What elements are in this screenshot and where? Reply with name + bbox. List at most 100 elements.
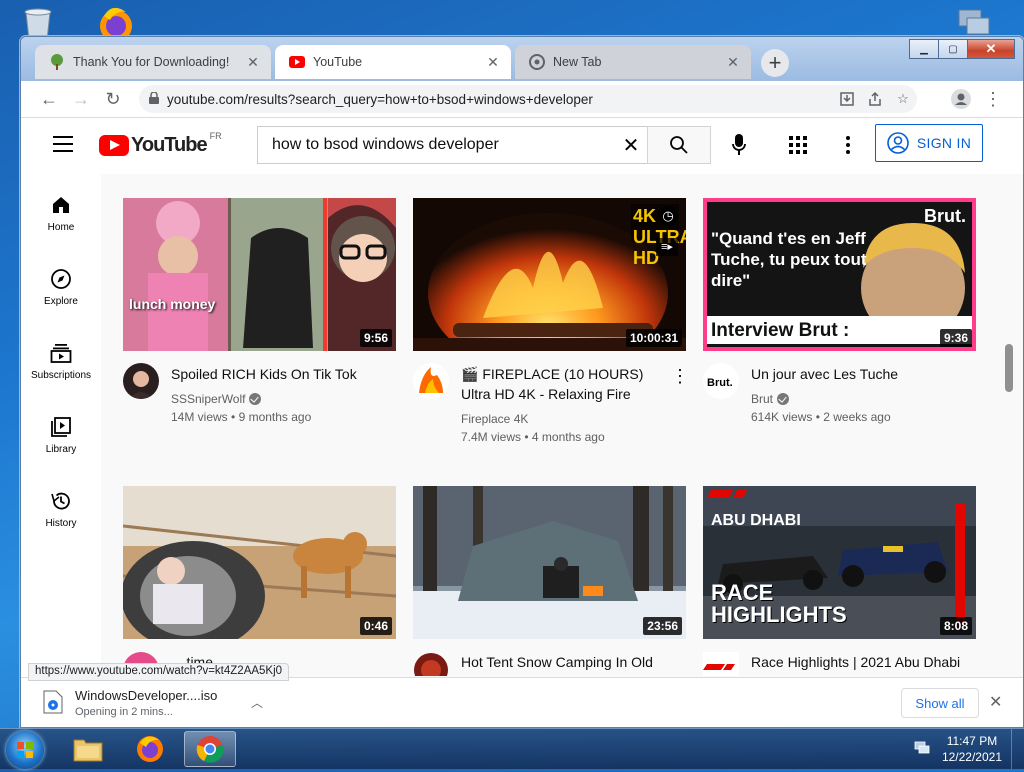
video-thumbnail[interactable]: lunch money 9:56 bbox=[123, 198, 396, 351]
guide-item-explore[interactable]: Explore bbox=[21, 268, 101, 307]
show-all-button[interactable]: Show all bbox=[901, 688, 979, 718]
install-download-icon[interactable] bbox=[833, 91, 861, 107]
video-title[interactable]: Hot Tent Snow Camping In Old Growth Fore… bbox=[461, 652, 671, 676]
address-bar[interactable]: youtube.com/results?search_query=how+to+… bbox=[139, 85, 917, 113]
video-title[interactable]: 🎬 FIREPLACE (10 HOURS) Ultra HD 4K - Rel… bbox=[461, 364, 671, 404]
channel-avatar[interactable]: Brut. bbox=[703, 363, 739, 399]
minimize-button[interactable]: ▁ bbox=[909, 39, 939, 59]
clear-search-icon[interactable]: ✕ bbox=[613, 133, 649, 158]
tab-title: New Tab bbox=[553, 55, 602, 69]
add-to-queue-icon[interactable]: ≡▸ bbox=[656, 238, 678, 256]
youtube-masthead: YouTube FR ✕ SIGN IN bbox=[21, 118, 1023, 174]
guide-item-subscriptions[interactable]: Subscriptions bbox=[21, 342, 101, 381]
tab-new-tab[interactable]: New Tab ✕ bbox=[515, 45, 751, 79]
voice-search-mic-icon[interactable] bbox=[727, 132, 751, 158]
tab-close-icon[interactable]: ✕ bbox=[243, 54, 263, 71]
chrome-menu-kebab-icon[interactable]: ⋮ bbox=[981, 87, 1005, 111]
thumbnail-caption: lunch money bbox=[129, 296, 216, 312]
iso-file-icon bbox=[43, 690, 63, 714]
video-action-kebab-icon[interactable]: ⋮ bbox=[671, 366, 689, 387]
channel-name-text: SSSniperWolf bbox=[171, 392, 246, 406]
apps-grid-icon[interactable] bbox=[787, 134, 809, 156]
network-tray-icon[interactable] bbox=[914, 741, 930, 755]
download-shelf: WindowsDeveloper....iso Opening in 2 min… bbox=[21, 677, 1023, 727]
channel-avatar[interactable] bbox=[413, 363, 449, 399]
channel-avatar[interactable] bbox=[703, 652, 739, 676]
youtube-favicon-icon bbox=[289, 54, 305, 70]
forward-arrow-icon[interactable]: → bbox=[69, 87, 93, 111]
sign-in-button[interactable]: SIGN IN bbox=[875, 124, 983, 162]
tab-thank-you[interactable]: Thank You for Downloading! ✕ bbox=[35, 45, 271, 79]
guide-item-history[interactable]: History bbox=[21, 490, 101, 529]
thumbnail-caption: RACE HIGHLIGHTS bbox=[711, 580, 847, 627]
verified-badge-icon bbox=[777, 393, 790, 405]
duration-badge: 9:36 bbox=[939, 329, 972, 347]
taskbar-chrome-icon[interactable] bbox=[184, 731, 236, 767]
channel-name[interactable]: Brut bbox=[751, 390, 790, 408]
svg-text:Brut.: Brut. bbox=[707, 377, 733, 389]
chevron-up-icon[interactable]: ︿ bbox=[251, 694, 263, 711]
back-arrow-icon[interactable]: ← bbox=[37, 87, 61, 111]
video-title[interactable]: Un jour avec Les Tuche bbox=[751, 364, 961, 384]
library-icon bbox=[51, 417, 71, 437]
video-title[interactable]: Spoiled RICH Kids On Tik Tok bbox=[171, 364, 381, 384]
guide-item-library[interactable]: Library bbox=[21, 416, 101, 455]
window-frame: ▁ ▢ ✕ Thank You for Downloading! ✕ YouTu… bbox=[21, 37, 1023, 81]
view-count: 614K views bbox=[751, 410, 813, 424]
start-orb-icon[interactable] bbox=[6, 731, 44, 769]
watch-later-clock-icon[interactable]: ◷ bbox=[658, 206, 678, 226]
download-status: Opening in 2 mins... bbox=[75, 706, 173, 718]
close-shelf-icon[interactable]: ✕ bbox=[989, 692, 1002, 712]
lock-icon bbox=[149, 90, 159, 107]
close-window-button[interactable]: ✕ bbox=[967, 39, 1015, 59]
tab-close-icon[interactable]: ✕ bbox=[483, 54, 503, 71]
maximize-button[interactable]: ▢ bbox=[938, 39, 968, 59]
video-thumbnail[interactable]: ABU DHABI RACE HIGHLIGHTS 8:08 bbox=[703, 486, 976, 639]
page-scrollbar[interactable] bbox=[1005, 344, 1013, 392]
window-controls: ▁ ▢ ✕ bbox=[909, 39, 1015, 59]
link-status-bubble: https://www.youtube.com/watch?v=kt4Z2AA5… bbox=[28, 663, 290, 681]
recycle-bin-icon[interactable] bbox=[18, 6, 58, 41]
tab-youtube[interactable]: YouTube ✕ bbox=[275, 45, 511, 79]
network-desktop-icon[interactable] bbox=[955, 8, 991, 38]
channel-name[interactable]: SSSniperWolf bbox=[171, 390, 262, 408]
show-desktop-button[interactable] bbox=[1011, 729, 1024, 769]
share-icon[interactable] bbox=[861, 91, 889, 107]
windows-taskbar: 11:47 PM 12/22/2021 bbox=[0, 728, 1024, 769]
upload-age: 2 weeks ago bbox=[823, 410, 891, 424]
sign-in-label: SIGN IN bbox=[916, 135, 972, 151]
new-tab-plus-icon[interactable]: + bbox=[761, 49, 789, 77]
hamburger-menu-icon[interactable] bbox=[53, 136, 73, 152]
channel-name[interactable]: Fireplace 4K bbox=[461, 410, 528, 428]
taskbar-explorer-icon[interactable] bbox=[62, 731, 114, 767]
bookmark-star-icon[interactable]: ☆ bbox=[889, 91, 917, 107]
download-item[interactable]: WindowsDeveloper....iso Opening in 2 min… bbox=[39, 686, 263, 720]
taskbar-firefox-icon[interactable] bbox=[124, 731, 176, 767]
video-title[interactable]: Race Highlights | 2021 Abu Dhabi Grand P… bbox=[751, 652, 961, 676]
search-input[interactable] bbox=[270, 135, 613, 155]
youtube-page: YouTube FR ✕ SIGN IN bbox=[21, 118, 1023, 677]
compass-icon bbox=[51, 269, 71, 289]
youtube-logo[interactable]: YouTube FR bbox=[99, 131, 222, 157]
settings-kebab-icon[interactable] bbox=[843, 134, 853, 156]
search-button[interactable] bbox=[647, 126, 711, 164]
duration-badge: 10:00:31 bbox=[625, 329, 682, 347]
view-count: 14M views bbox=[171, 410, 228, 424]
download-filename: WindowsDeveloper....iso bbox=[75, 688, 218, 703]
video-thumbnail[interactable]: Brut. "Quand t'es en Jeff Tuche, tu peux… bbox=[703, 198, 976, 351]
duration-badge: 0:46 bbox=[359, 617, 392, 635]
reload-icon[interactable]: ↻ bbox=[101, 87, 125, 111]
video-thumbnail[interactable]: 23:56 bbox=[413, 486, 686, 639]
channel-avatar[interactable] bbox=[123, 363, 159, 399]
video-thumbnail[interactable]: 4K ULTRA HD ◷ ≡▸ 10:00:31 bbox=[413, 198, 686, 351]
system-clock[interactable]: 11:47 PM 12/22/2021 bbox=[942, 733, 1002, 765]
firefox-desktop-icon[interactable] bbox=[94, 4, 138, 42]
guide-item-home[interactable]: Home bbox=[21, 194, 101, 233]
tab-title: YouTube bbox=[313, 55, 363, 69]
video-thumbnail[interactable]: 0:46 bbox=[123, 486, 396, 639]
profile-avatar-icon[interactable] bbox=[949, 87, 973, 111]
tab-close-icon[interactable]: ✕ bbox=[723, 54, 743, 71]
channel-avatar[interactable] bbox=[413, 652, 449, 676]
verified-badge-icon bbox=[249, 393, 262, 405]
account-icon bbox=[887, 132, 909, 154]
